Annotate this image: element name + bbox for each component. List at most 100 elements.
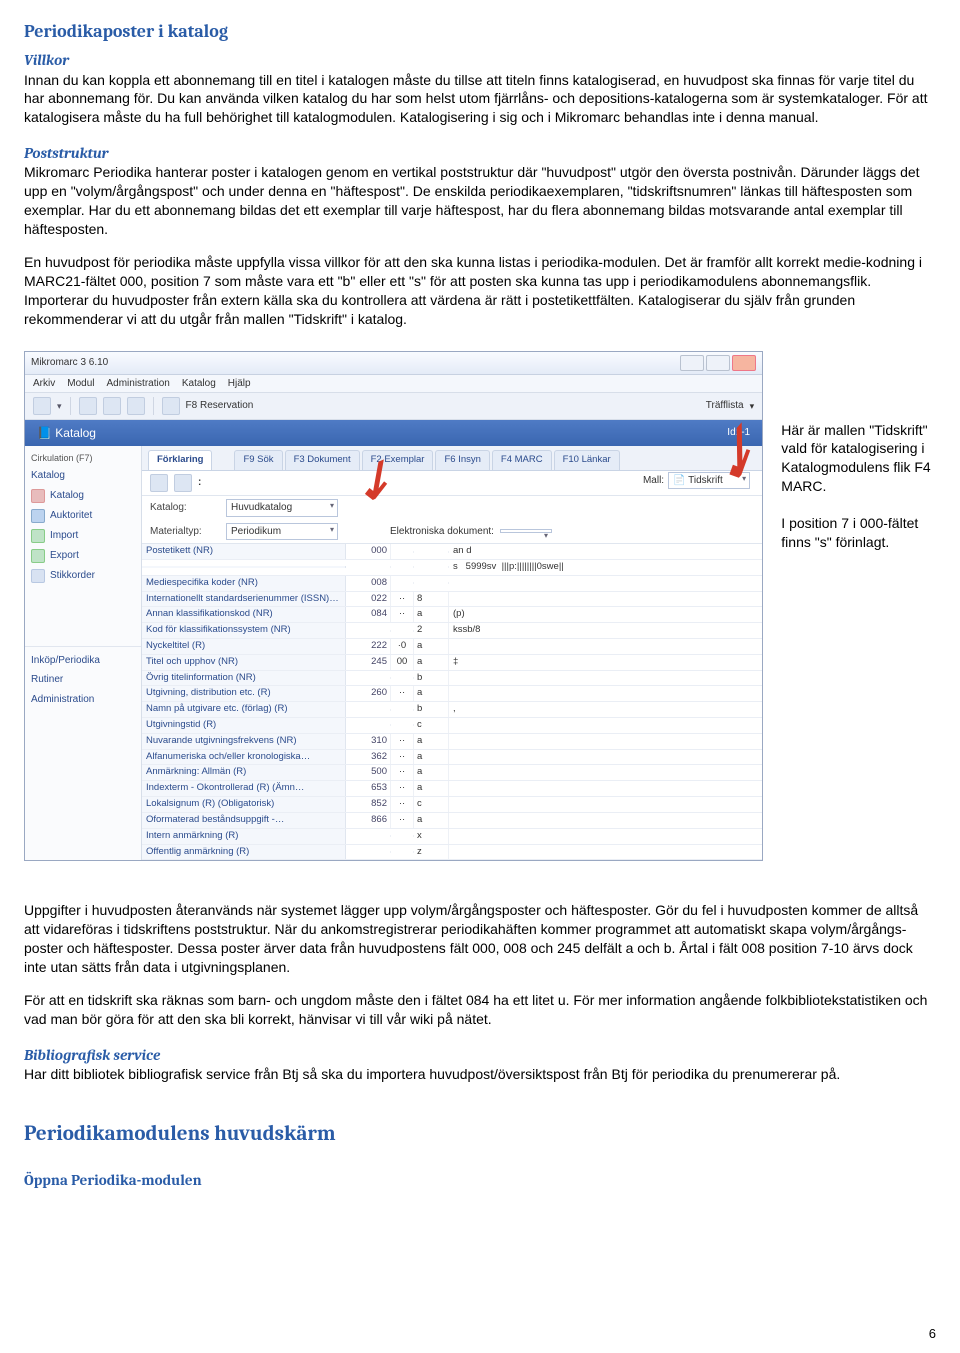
- marc-row[interactable]: Utgivning, distribution etc. (R)260··a: [142, 686, 762, 702]
- tab-f2[interactable]: F2 Exemplar: [362, 450, 434, 470]
- tool-copy-icon[interactable]: [127, 397, 145, 415]
- marc-subfield: a: [414, 734, 449, 749]
- sidebar-item-import[interactable]: Import: [25, 526, 141, 546]
- marc-ind: [391, 851, 414, 853]
- marc-subfield: 2: [414, 623, 449, 638]
- tool-person-icon[interactable]: [162, 397, 180, 415]
- marc-row[interactable]: Kod för klassifikationssystem (NR)2kssb/…: [142, 623, 762, 639]
- marc-row[interactable]: Nyckeltitel (R)222·0a: [142, 639, 762, 655]
- marc-subfield: z: [414, 845, 449, 860]
- marc-row[interactable]: Mediespecifika koder (NR)008: [142, 576, 762, 592]
- marc-row[interactable]: Nuvarande utgivningsfrekvens (NR)310··a: [142, 734, 762, 750]
- side-note-1: Här är mallen "Tidskrift" vald för katal…: [781, 421, 936, 497]
- chevron-down-icon[interactable]: ▾: [750, 400, 755, 412]
- marc-field-name: Anmärkning: Allmän (R): [142, 765, 346, 780]
- marc-tag: 222: [346, 639, 391, 654]
- dropdown-materialtyp[interactable]: Periodikum: [226, 523, 338, 541]
- marc-ind: ··: [391, 765, 414, 780]
- tool-save-icon[interactable]: [33, 397, 51, 415]
- menu-modul[interactable]: Modul: [67, 377, 94, 391]
- marc-subfield: [414, 566, 449, 568]
- marc-row[interactable]: Lokalsignum (R) (Obligatorisk)852··c: [142, 797, 762, 813]
- tool-open-icon[interactable]: [103, 397, 121, 415]
- tab-forklaring[interactable]: Förklaring: [148, 450, 212, 470]
- sidebar-item-auktoritet[interactable]: Auktoritet: [25, 506, 141, 526]
- sidebar-item-export[interactable]: Export: [25, 546, 141, 566]
- menu-arkiv[interactable]: Arkiv: [33, 377, 55, 391]
- marc-row[interactable]: Anmärkning: Allmän (R)500··a: [142, 765, 762, 781]
- marc-row[interactable]: Annan klassifikationskod (NR)084··a(p): [142, 607, 762, 623]
- tab-f3[interactable]: F3 Dokument: [285, 450, 360, 470]
- sidebar-item-inkop[interactable]: Inköp/Periodika: [25, 651, 141, 671]
- marc-row[interactable]: Namn på utgivare etc. (förlag) (R)b,: [142, 702, 762, 718]
- marc-row[interactable]: s ‎ ‎ ‎5999sv ‎ |||p:||||||||0swe||: [142, 560, 762, 576]
- sidebar-item-katalog-2[interactable]: Katalog: [25, 486, 141, 506]
- book-icon: [31, 489, 45, 503]
- tool-f8-label[interactable]: F8 Reservation: [186, 399, 254, 413]
- marc-row[interactable]: Alfanumeriska och/eller kronologiska…362…: [142, 750, 762, 766]
- tab-f10[interactable]: F10 Länkar: [554, 450, 620, 470]
- marc-value: [449, 835, 762, 837]
- dropdown-mall[interactable]: 📄 Tidskrift: [668, 472, 750, 490]
- marc-ind: [391, 677, 414, 679]
- para-villkor: Innan du kan koppla ett abonnemang till …: [24, 71, 936, 128]
- tool-search-icon[interactable]: [79, 397, 97, 415]
- menu-hjalp[interactable]: Hjälp: [228, 377, 251, 391]
- marc-value: [449, 693, 762, 695]
- marc-row[interactable]: Offentlig anmärkning (R)z: [142, 845, 762, 861]
- close-button[interactable]: [732, 355, 756, 371]
- marc-subfield: 8: [414, 592, 449, 607]
- marc-row[interactable]: Titel och upphov (NR)24500a‡: [142, 655, 762, 671]
- tool-dropdown-arrow[interactable]: ▾: [57, 400, 62, 412]
- main-pane: Förklaring F9 Sök F3 Dokument F2 Exempla…: [142, 446, 762, 860]
- marc-row[interactable]: Internationellt standardserienummer (ISS…: [142, 592, 762, 608]
- minimize-button[interactable]: [680, 355, 704, 371]
- window-title: Mikromarc 3 6.10: [31, 356, 680, 370]
- marc-tag: [346, 677, 391, 679]
- sidebar-item-admin[interactable]: Administration: [25, 690, 141, 710]
- tab-f9[interactable]: F9 Sök: [234, 450, 282, 470]
- katalog-header-id: Id: -1: [727, 426, 750, 440]
- menu-administration[interactable]: Administration: [106, 377, 169, 391]
- marc-ind: [391, 709, 414, 711]
- menu-katalog[interactable]: Katalog: [182, 377, 216, 391]
- tab-f6[interactable]: F6 Insyn: [435, 450, 489, 470]
- sidebar-item-katalog-1[interactable]: Katalog: [25, 466, 141, 486]
- marc-tag: [346, 630, 391, 632]
- window-buttons: [680, 355, 756, 371]
- marc-row[interactable]: Postetikett (NR)000an d: [142, 544, 762, 560]
- marc-value: [449, 724, 762, 726]
- marc-subfield: x: [414, 829, 449, 844]
- sidebar-item-stikkorder[interactable]: Stikkorder: [25, 566, 141, 586]
- marc-value: [449, 582, 762, 584]
- marc-row[interactable]: Oformaterad beståndsuppgift -…866··a: [142, 813, 762, 829]
- sidebar: Cirkulation (F7) Katalog Katalog Auktori…: [25, 446, 142, 860]
- marc-field-name: Nuvarande utgivningsfrekvens (NR): [142, 734, 346, 749]
- marc-row[interactable]: Intern anmärkning (R)x: [142, 829, 762, 845]
- marc-field-name: Kod för klassifikationssystem (NR): [142, 623, 346, 638]
- new-icon[interactable]: [150, 474, 168, 492]
- marc-field-name: Utgivning, distribution etc. (R): [142, 686, 346, 701]
- side-note-col: Här är mallen "Tidskrift" vald för katal…: [781, 421, 936, 564]
- insert-icon[interactable]: [174, 474, 192, 492]
- marc-ind: ··: [391, 750, 414, 765]
- marc-ind: ··: [391, 781, 414, 796]
- import-icon: [31, 529, 45, 543]
- label-edok: Elektroniska dokument:: [390, 525, 494, 539]
- marc-ind: ··: [391, 607, 414, 622]
- marc-field-name: Postetikett (NR): [142, 544, 346, 559]
- tabstrip: Förklaring F9 Sök F3 Dokument F2 Exempla…: [142, 446, 762, 471]
- dropdown-edok[interactable]: [500, 529, 552, 533]
- marc-row[interactable]: Utgivningstid (R)c: [142, 718, 762, 734]
- tool-trafflista-label[interactable]: Träfflista: [706, 399, 744, 413]
- marc-row[interactable]: Övrig titelinformation (NR)b: [142, 671, 762, 687]
- tab-f4[interactable]: F4 MARC: [492, 450, 552, 470]
- maximize-button[interactable]: [706, 355, 730, 371]
- sidebar-item-rutiner[interactable]: Rutiner: [25, 670, 141, 690]
- marc-ind: [391, 630, 414, 632]
- marc-tag: 500: [346, 765, 391, 780]
- marc-ind: [391, 724, 414, 726]
- dropdown-katalog[interactable]: Huvudkatalog: [226, 499, 338, 517]
- marc-subfield: a: [414, 750, 449, 765]
- marc-row[interactable]: Indexterm - Okontrollerad (R) (Ämn…653··…: [142, 781, 762, 797]
